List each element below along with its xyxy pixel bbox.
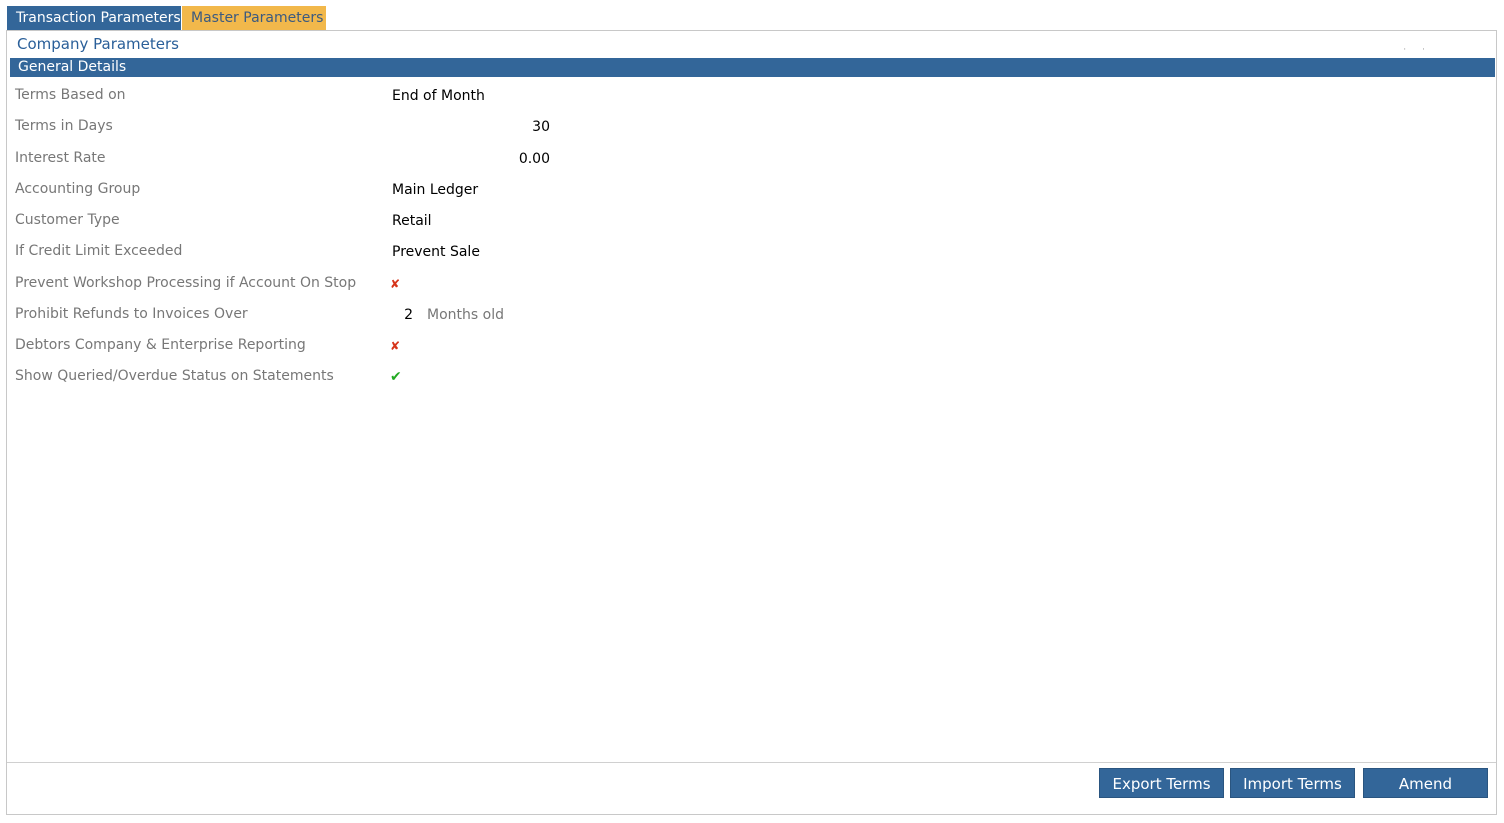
panel-title: Company Parameters bbox=[17, 35, 179, 53]
tab-master-parameters[interactable]: Master Parameters bbox=[182, 6, 326, 30]
field-value: 2 bbox=[404, 307, 413, 323]
field-label: Terms in Days bbox=[15, 118, 113, 134]
amend-button[interactable]: Amend bbox=[1363, 768, 1488, 798]
field-label: Customer Type bbox=[15, 212, 120, 228]
field-label: Prohibit Refunds to Invoices Over bbox=[15, 306, 248, 322]
row-show-queried-status: Show Queried/Overdue Status on Statement… bbox=[7, 368, 907, 390]
row-prohibit-refunds: Prohibit Refunds to Invoices Over 2 Mont… bbox=[7, 306, 907, 328]
footer-divider bbox=[7, 762, 1496, 763]
field-label: Prevent Workshop Processing if Account O… bbox=[15, 275, 357, 291]
section-header-general-details: General Details bbox=[10, 58, 1495, 77]
field-label: Show Queried/Overdue Status on Statement… bbox=[15, 368, 334, 384]
export-terms-button[interactable]: Export Terms bbox=[1099, 768, 1224, 798]
row-interest-rate: Interest Rate 0.00 bbox=[7, 150, 907, 172]
company-parameters-panel: Company Parameters ·· General Details Te… bbox=[6, 30, 1497, 815]
field-value: End of Month bbox=[392, 88, 485, 104]
field-value: 0.00 bbox=[518, 151, 550, 167]
row-customer-type: Customer Type Retail bbox=[7, 212, 907, 234]
import-terms-button[interactable]: Import Terms bbox=[1230, 768, 1355, 798]
row-prevent-workshop: Prevent Workshop Processing if Account O… bbox=[7, 275, 907, 297]
decorative-dots: ·· bbox=[1403, 45, 1441, 55]
field-label: Debtors Company & Enterprise Reporting bbox=[15, 337, 306, 353]
cross-icon: ✘ bbox=[390, 339, 401, 353]
field-label: Accounting Group bbox=[15, 181, 141, 197]
field-label: If Credit Limit Exceeded bbox=[15, 243, 183, 259]
tab-bar: Transaction Parameters Master Parameters bbox=[7, 6, 326, 30]
field-label: Interest Rate bbox=[15, 150, 106, 166]
check-icon: ✔ bbox=[390, 369, 402, 385]
row-accounting-group: Accounting Group Main Ledger bbox=[7, 181, 907, 203]
field-value: Retail bbox=[392, 213, 432, 229]
row-terms-based-on: Terms Based on End of Month bbox=[7, 87, 907, 109]
row-terms-in-days: Terms in Days 30 bbox=[7, 118, 907, 140]
row-debtors-reporting: Debtors Company & Enterprise Reporting ✘ bbox=[7, 337, 907, 359]
field-value: 30 bbox=[532, 119, 550, 135]
field-value: Main Ledger bbox=[392, 182, 479, 198]
field-value: Prevent Sale bbox=[392, 244, 480, 260]
row-credit-limit-exceeded: If Credit Limit Exceeded Prevent Sale bbox=[7, 243, 907, 265]
cross-icon: ✘ bbox=[390, 277, 401, 291]
tab-transaction-parameters[interactable]: Transaction Parameters bbox=[7, 6, 181, 30]
field-suffix: Months old bbox=[427, 307, 504, 323]
field-label: Terms Based on bbox=[15, 87, 126, 103]
